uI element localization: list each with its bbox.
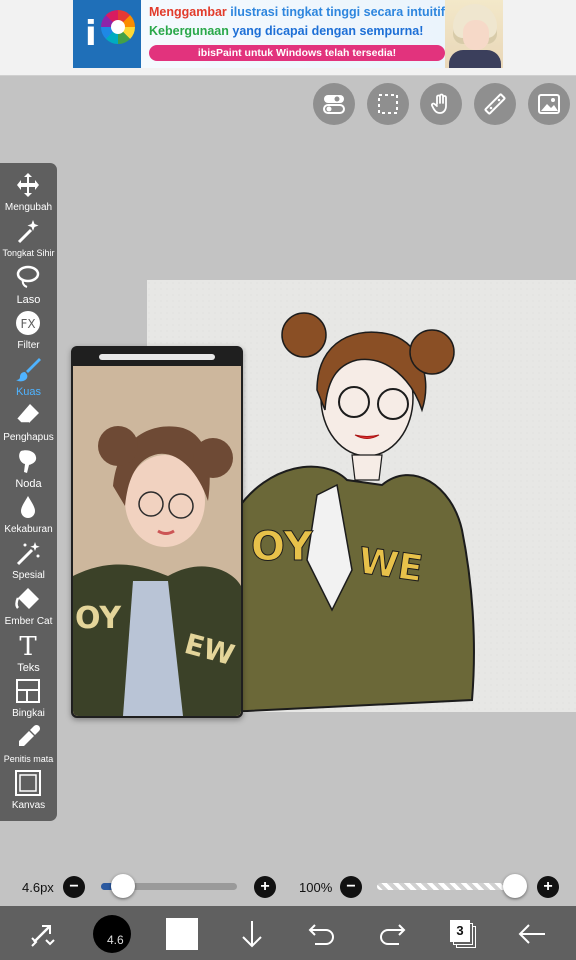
tool-label: Kuas — [15, 386, 42, 398]
frame-icon — [16, 679, 40, 703]
special-icon — [16, 542, 40, 566]
ad-banner[interactable]: i Menggambar ilustrasi tingkat tinggi se… — [73, 0, 503, 68]
tool-label: Bingkai — [12, 708, 45, 719]
tool-label: Laso — [16, 294, 41, 306]
ad-subheadline-part2: yang dicapai dengan sempurna! — [232, 24, 424, 38]
svg-text:FX: FX — [20, 317, 35, 331]
tool-canvas[interactable]: Kanvas — [0, 770, 57, 816]
tool-eyedropper[interactable]: Penitis mata — [0, 724, 57, 770]
tool-magic-wand[interactable]: Tongkat Sihir — [0, 218, 57, 264]
canvas-icon — [15, 770, 41, 796]
hand-button[interactable] — [420, 83, 462, 125]
tool-eraser[interactable]: Penghapus — [0, 402, 57, 448]
smudge-icon — [19, 450, 37, 473]
tool-label: Tongkat Sihir — [2, 248, 55, 258]
tool-label: Kekaburan — [4, 524, 53, 535]
brush-size-decrease-button[interactable]: − — [63, 876, 85, 898]
current-color-swatch — [166, 918, 198, 950]
tool-label: Mengubah — [4, 202, 53, 213]
brush-size-value: 4.6px — [22, 880, 54, 895]
undo-icon — [308, 924, 334, 945]
fx-icon: FX — [16, 311, 40, 335]
tool-text[interactable]: T Teks — [0, 632, 57, 678]
tool-brush[interactable]: Kuas — [0, 356, 57, 402]
text-icon: T — [19, 632, 37, 658]
opacity-decrease-button[interactable]: − — [340, 876, 362, 898]
svg-text:T: T — [19, 632, 37, 658]
tool-frame[interactable]: Bingkai — [0, 678, 57, 724]
svg-text:OY: OY — [75, 601, 122, 636]
ibispaint-logo: i — [73, 0, 141, 68]
tool-label: Penitis mata — [3, 754, 54, 764]
swap-colors-button[interactable] — [24, 914, 60, 954]
tool-label: Filter — [17, 340, 40, 351]
opacity-slider-thumb[interactable] — [503, 874, 527, 898]
undo-button[interactable] — [306, 914, 338, 954]
ad-subheadline: Kebergunaan yang dicapai dengan sempurna… — [149, 24, 423, 38]
brush-size-preview: 4.6 — [93, 915, 131, 953]
svg-text:OY: OY — [251, 524, 314, 570]
image-icon — [538, 94, 560, 114]
arrow-down-icon — [242, 921, 262, 948]
magic-wand-icon — [17, 220, 39, 244]
blur-icon — [21, 496, 35, 518]
tool-filter[interactable]: FX Filter — [0, 310, 57, 356]
opacity-increase-button[interactable]: + — [537, 876, 559, 898]
tool-lasso[interactable]: Laso — [0, 264, 57, 310]
eyedropper-icon — [19, 724, 41, 746]
tool-label: Spesial — [12, 570, 45, 581]
toggle-button[interactable] — [313, 83, 355, 125]
brush-size-slider-thumb[interactable] — [110, 874, 135, 898]
move-icon — [17, 173, 39, 197]
reference-window[interactable]: OY EW — [71, 346, 243, 718]
tool-special[interactable]: Spesial — [0, 540, 57, 586]
fill-bucket-icon — [15, 588, 39, 609]
toggle-icon — [323, 95, 345, 114]
layers-button[interactable]: 3 — [448, 914, 478, 954]
ad-character-image — [445, 0, 503, 68]
eraser-icon — [16, 404, 39, 424]
ad-subheadline-part1: Kebergunaan — [149, 24, 229, 38]
opacity-slider[interactable] — [377, 883, 515, 890]
brush-preview-button[interactable]: 4.6 — [92, 914, 132, 954]
layers-icon: 3 — [450, 920, 476, 948]
lasso-icon — [16, 265, 40, 288]
color-button[interactable] — [166, 914, 198, 954]
back-button[interactable] — [516, 914, 548, 954]
selection-icon — [378, 94, 398, 114]
ruler-button[interactable] — [474, 83, 516, 125]
reference-photo: OY EW — [73, 366, 241, 716]
reference-window-handle[interactable] — [99, 354, 215, 360]
layer-count: 3 — [450, 920, 470, 942]
tool-label: Kanvas — [11, 800, 46, 811]
ad-headline: Menggambar ilustrasi tingkat tinggi seca… — [149, 5, 449, 19]
ad-headline-part2: ilustrasi tingkat tinggi secara intuitif… — [230, 5, 450, 19]
brush-icon — [16, 358, 41, 382]
opacity-value: 100% — [299, 880, 333, 895]
tool-fill-bucket[interactable]: Ember Cat — [0, 586, 57, 632]
brush-size-badge: 4.6 — [107, 933, 124, 947]
redo-icon — [380, 924, 406, 945]
brush-size-increase-button[interactable]: + — [254, 876, 276, 898]
ad-bar: i Menggambar ilustrasi tingkat tinggi se… — [0, 0, 576, 76]
swap-colors-icon — [31, 925, 55, 947]
bottom-toolbar — [0, 906, 576, 960]
tool-transform[interactable]: Mengubah — [0, 172, 57, 218]
reference-image-button[interactable] — [528, 83, 570, 125]
tool-blur[interactable]: Kekaburan — [0, 494, 57, 540]
tool-label: Teks — [17, 662, 40, 674]
selection-button[interactable] — [367, 83, 409, 125]
tool-panel: Mengubah Tongkat Sihir Laso FX Filter Ku… — [0, 163, 57, 821]
tool-label: Ember Cat — [4, 616, 53, 627]
redo-button[interactable] — [376, 914, 408, 954]
arrow-left-icon — [518, 924, 545, 944]
ad-headline-part1: Menggambar — [149, 5, 227, 19]
ad-cta-button[interactable]: ibisPaint untuk Windows telah tersedia! — [149, 45, 445, 61]
tool-smudge[interactable]: Noda — [0, 448, 57, 494]
hand-icon — [431, 93, 447, 114]
tool-label: Noda — [15, 478, 42, 490]
ruler-icon — [484, 93, 506, 115]
tool-label: Penghapus — [3, 432, 54, 443]
download-button[interactable] — [238, 914, 266, 954]
